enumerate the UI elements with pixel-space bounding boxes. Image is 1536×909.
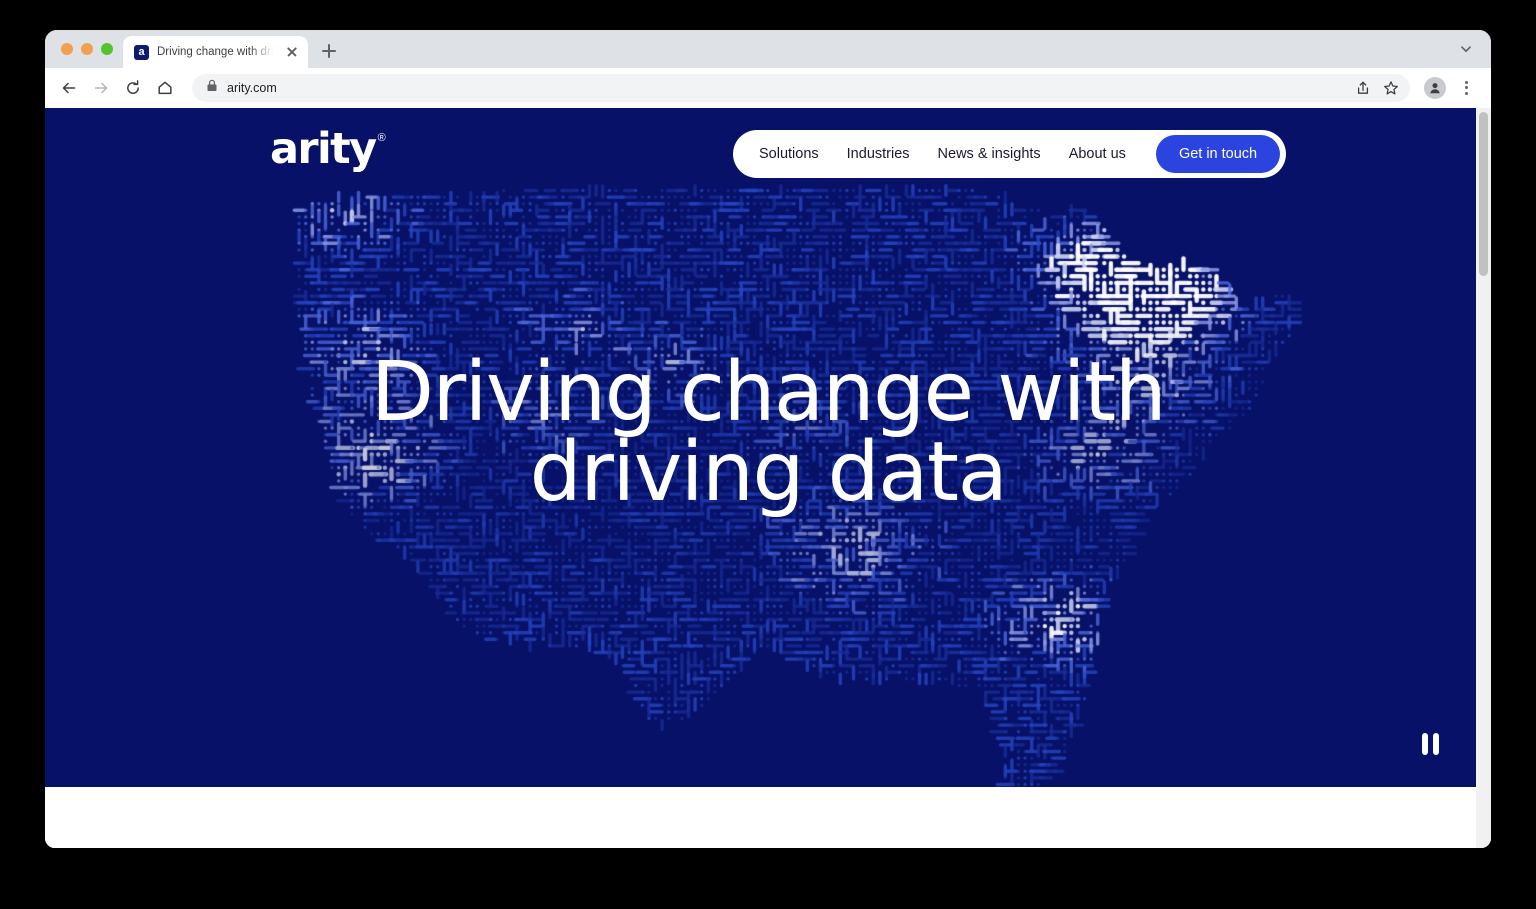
page-viewport: arity ® Solutions Industries News & insi… <box>45 108 1491 848</box>
screenshot-stage: a Driving change with driving da <box>0 0 1536 909</box>
browser-tab-strip: a Driving change with driving da <box>45 30 1491 68</box>
nav-item-solutions[interactable]: Solutions <box>759 146 819 162</box>
favicon-icon: a <box>134 44 149 60</box>
home-icon[interactable] <box>150 73 180 103</box>
close-tab-icon[interactable] <box>284 44 300 60</box>
forward-arrow-icon[interactable] <box>86 73 116 103</box>
omnibox-actions <box>1350 75 1404 101</box>
three-dot-menu-icon[interactable] <box>1453 73 1479 103</box>
profile-avatar-icon[interactable] <box>1424 76 1446 99</box>
nav-item-industries[interactable]: Industries <box>847 146 910 162</box>
browser-toolbar: arity.com <box>45 68 1491 108</box>
get-in-touch-button[interactable]: Get in touch <box>1155 135 1281 173</box>
minimize-window-button[interactable] <box>81 43 93 55</box>
arity-logo[interactable]: arity ® <box>270 128 386 171</box>
lock-icon <box>206 79 218 97</box>
logo-trademark: ® <box>377 132 386 144</box>
logo-wordmark: arity <box>270 124 377 174</box>
window-traffic-lights <box>57 30 123 68</box>
star-icon[interactable] <box>1378 75 1404 101</box>
site-navigation: Solutions Industries News & insights Abo… <box>733 130 1287 178</box>
maximize-window-button[interactable] <box>101 43 113 55</box>
url-text: arity.com <box>227 80 277 95</box>
page-scrollbar[interactable] <box>1476 108 1491 848</box>
hero-section: arity ® Solutions Industries News & insi… <box>45 108 1491 787</box>
hero-headline: Driving change with driving data <box>45 352 1491 514</box>
chevron-down-icon[interactable] <box>1459 42 1473 56</box>
close-window-button[interactable] <box>61 43 73 55</box>
nav-item-about-us[interactable]: About us <box>1069 146 1126 162</box>
hero-headline-line-2: driving data <box>529 424 1008 520</box>
browser-window: a Driving change with driving da <box>45 30 1491 848</box>
tab-title: Driving change with driving da <box>157 46 276 58</box>
browser-tab[interactable]: a Driving change with driving da <box>123 36 308 68</box>
pause-icon[interactable] <box>1417 731 1443 757</box>
back-arrow-icon[interactable] <box>54 73 84 103</box>
below-hero-white-section <box>45 787 1491 848</box>
new-tab-button[interactable] <box>315 37 343 65</box>
address-bar[interactable]: arity.com <box>192 73 1410 102</box>
share-icon[interactable] <box>1350 75 1376 101</box>
nav-item-news-and-insights[interactable]: News & insights <box>938 146 1041 162</box>
reload-icon[interactable] <box>118 73 148 103</box>
page-scrollbar-thumb[interactable] <box>1479 112 1488 276</box>
